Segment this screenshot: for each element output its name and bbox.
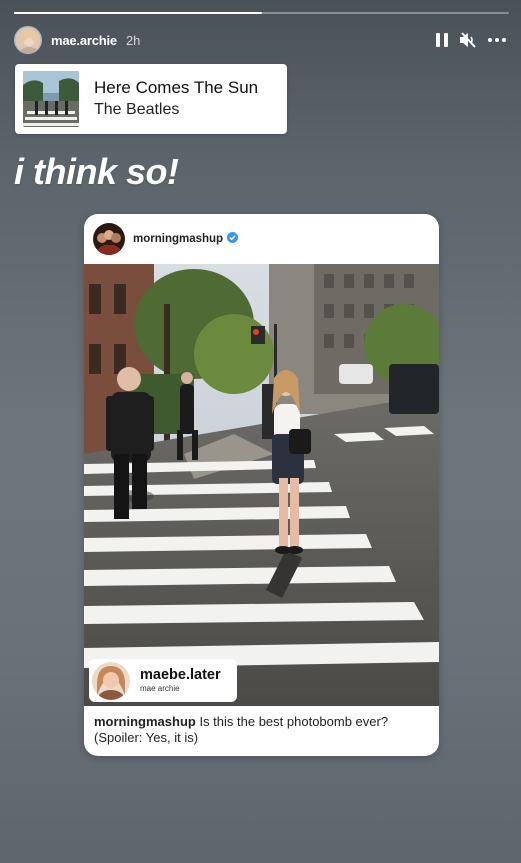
more-icon[interactable] xyxy=(487,37,507,43)
story-header: mae.archie 2h xyxy=(14,24,507,56)
shared-post-card[interactable]: morningmashup maebe.later mae archie mor… xyxy=(84,214,439,756)
tag-subname: mae archie xyxy=(140,683,180,693)
music-sticker[interactable]: Here Comes The Sun The Beatles xyxy=(15,64,287,134)
text-sticker: i think so! xyxy=(14,151,179,192)
story-progress-fill xyxy=(14,12,262,14)
artist-name: The Beatles xyxy=(94,101,180,118)
post-avatar[interactable] xyxy=(93,223,125,255)
caption-username[interactable]: morningmashup xyxy=(94,714,196,729)
user-tag[interactable]: maebe.later mae archie xyxy=(89,659,237,702)
story-username[interactable]: mae.archie xyxy=(51,33,117,48)
tag-username: maebe.later xyxy=(140,666,221,683)
post-photo[interactable] xyxy=(84,264,439,706)
mute-icon[interactable] xyxy=(459,32,477,48)
avatar[interactable] xyxy=(14,26,42,54)
verified-badge-icon xyxy=(227,230,239,248)
story-progress-bar xyxy=(14,12,509,14)
tag-avatar xyxy=(92,661,130,700)
song-title: Here Comes The Sun xyxy=(94,78,259,97)
post-caption: morningmashup Is this the best photobomb… xyxy=(94,714,431,746)
post-header: morningmashup xyxy=(84,214,439,264)
story-timestamp: 2h xyxy=(125,32,141,48)
album-cover xyxy=(23,71,79,127)
pause-icon[interactable] xyxy=(435,32,449,48)
post-username[interactable]: morningmashup xyxy=(133,233,223,245)
